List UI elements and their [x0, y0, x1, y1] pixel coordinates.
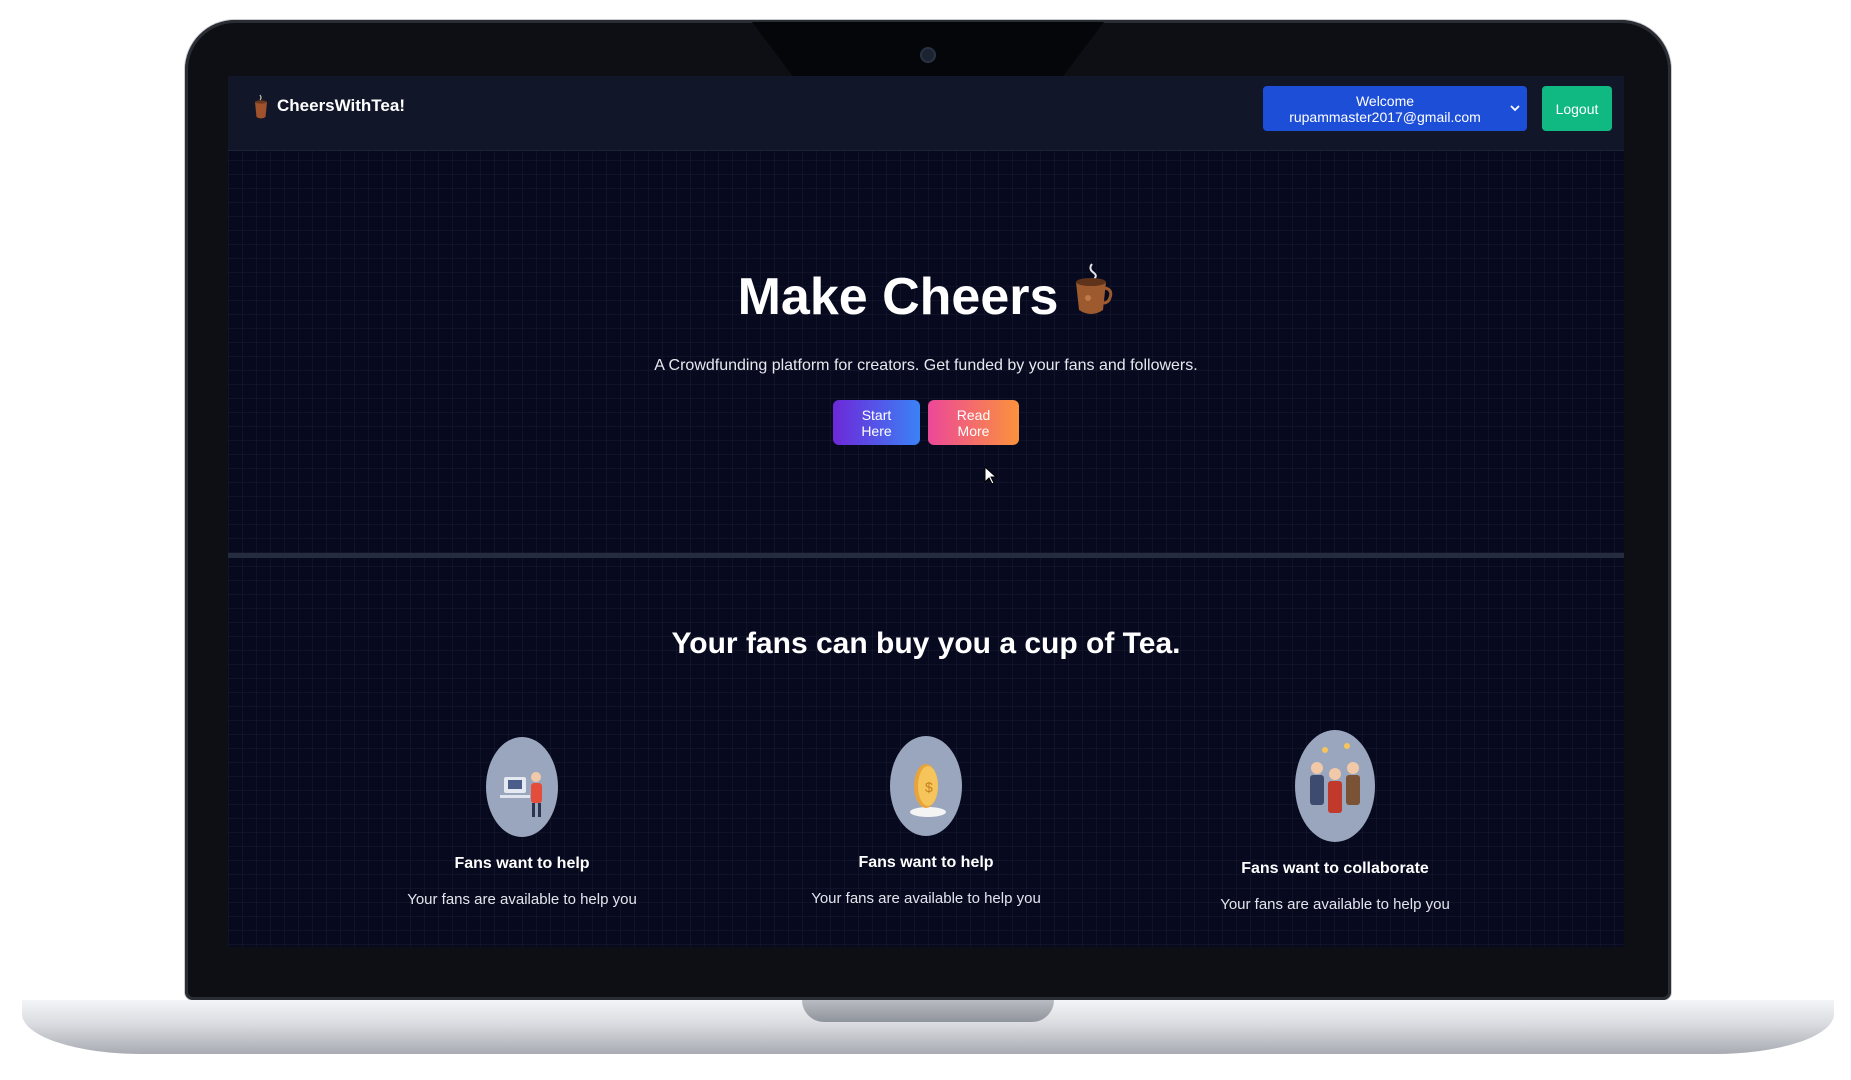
feature-title: Fans want to collaborate	[1241, 860, 1429, 877]
read-more-button[interactable]: Read More	[928, 400, 1019, 445]
feature-title: Fans want to help	[454, 855, 590, 872]
hero-title: Make Cheers	[228, 262, 1624, 331]
coin-icon: $	[890, 736, 962, 836]
laptop-hinge	[802, 1000, 1054, 1022]
section-divider	[228, 553, 1624, 558]
feature-description: Your fans are available to help you	[1220, 896, 1450, 913]
tea-cup-icon	[1072, 262, 1114, 331]
feature-description: Your fans are available to help you	[811, 890, 1041, 907]
feature-card: Fans want to help Your fans are availabl…	[372, 737, 672, 908]
chevron-down-icon	[1509, 101, 1521, 117]
svg-text:$: $	[925, 779, 933, 795]
brand-name: CheersWithTea!	[277, 96, 405, 115]
people-celebrating-icon	[1295, 730, 1375, 842]
brand[interactable]: CheersWithTea!	[253, 94, 405, 119]
person-at-computer-icon	[486, 737, 558, 837]
camera-icon	[922, 49, 934, 61]
hero-subtitle: A Crowdfunding platform for creators. Ge…	[654, 357, 1198, 374]
hero-buttons: Start Here Read More	[228, 400, 1624, 445]
account-dropdown-button[interactable]: Welcome rupammaster2017@gmail.com	[1263, 86, 1527, 131]
feature-card: $ Fans want to help Your fans are availa…	[776, 736, 1076, 907]
start-here-button[interactable]: Start Here	[833, 400, 920, 445]
logout-button[interactable]: Logout	[1542, 86, 1612, 131]
tea-cup-icon	[253, 94, 269, 119]
hero-title-text: Make Cheers	[737, 267, 1059, 326]
navbar: CheersWithTea! Welcome rupammaster2017@g…	[228, 76, 1624, 151]
feature-title: Fans want to help	[858, 854, 994, 871]
feature-description: Your fans are available to help you	[407, 891, 637, 908]
section-title: Your fans can buy you a cup of Tea.	[671, 627, 1181, 660]
mouse-cursor-icon	[984, 465, 998, 491]
app-screen: CheersWithTea! Welcome rupammaster2017@g…	[228, 76, 1624, 947]
feature-card: Fans want to collaborate Your fans are a…	[1185, 730, 1485, 913]
welcome-label: Welcome rupammaster2017@gmail.com	[1289, 92, 1481, 125]
